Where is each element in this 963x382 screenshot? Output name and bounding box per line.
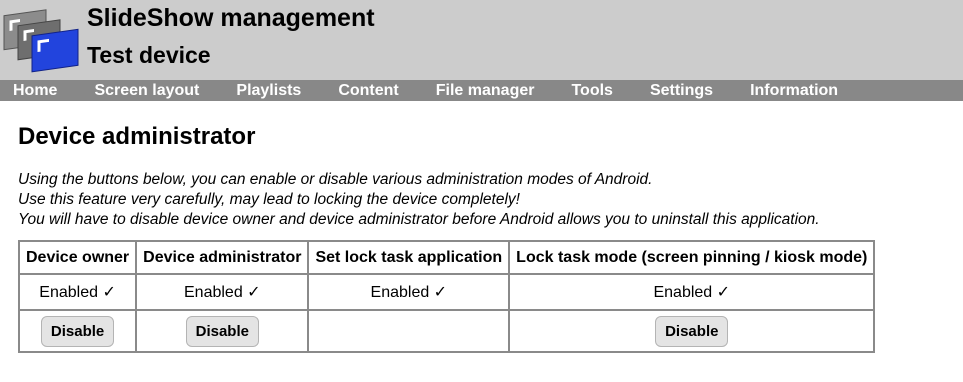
nav-file-manager[interactable]: File manager xyxy=(436,80,535,101)
action-cell-device-owner: Disable xyxy=(17,309,138,353)
header-device-administrator: Device administrator xyxy=(135,240,310,275)
action-cell-device-administrator: Disable xyxy=(135,309,310,353)
table-header-row: Device owner Device administrator Set lo… xyxy=(17,240,876,275)
nav-information[interactable]: Information xyxy=(750,80,838,101)
nav-settings[interactable]: Settings xyxy=(650,80,713,101)
status-lock-task-mode: Enabled ✓ xyxy=(508,273,876,311)
status-set-lock-task-application: Enabled ✓ xyxy=(307,273,511,311)
status-row: Enabled ✓ Enabled ✓ Enabled ✓ Enabled ✓ xyxy=(17,273,876,311)
status-device-owner: Enabled ✓ xyxy=(17,273,138,311)
nav-screen-layout[interactable]: Screen layout xyxy=(94,80,199,101)
disable-lock-task-mode-button[interactable]: Disable xyxy=(655,315,729,347)
nav-content[interactable]: Content xyxy=(338,80,398,101)
description-line: Use this feature very carefully, may lea… xyxy=(18,191,520,208)
action-row: Disable Disable Disable xyxy=(17,309,876,353)
action-cell-set-lock-task-application xyxy=(307,309,511,353)
action-cell-lock-task-mode: Disable xyxy=(508,309,876,353)
admin-modes-table: Device owner Device administrator Set lo… xyxy=(17,240,876,353)
description-line: Using the buttons below, you can enable … xyxy=(18,171,653,188)
app-title: SlideShow management xyxy=(87,4,375,32)
device-name: Test device xyxy=(87,42,211,68)
page-description: Using the buttons below, you can enable … xyxy=(18,170,945,230)
nav-home[interactable]: Home xyxy=(13,80,57,101)
app-header: SlideShow management Test device xyxy=(0,0,963,80)
header-device-owner: Device owner xyxy=(17,240,138,275)
status-device-administrator: Enabled ✓ xyxy=(135,273,310,311)
nav-tools[interactable]: Tools xyxy=(571,80,612,101)
disable-device-owner-button[interactable]: Disable xyxy=(40,315,115,347)
page-title: Device administrator xyxy=(18,123,256,150)
nav-playlists[interactable]: Playlists xyxy=(236,80,301,101)
main-nav: Home Screen layout Playlists Content Fil… xyxy=(0,80,963,101)
disable-device-administrator-button[interactable]: Disable xyxy=(185,315,259,347)
slideshow-logo-icon xyxy=(3,9,79,73)
main-content: Device administrator Using the buttons b… xyxy=(0,123,963,353)
header-set-lock-task-application: Set lock task application xyxy=(307,240,511,275)
header-lock-task-mode: Lock task mode (screen pinning / kiosk m… xyxy=(508,240,876,275)
description-line: You will have to disable device owner an… xyxy=(18,211,820,228)
